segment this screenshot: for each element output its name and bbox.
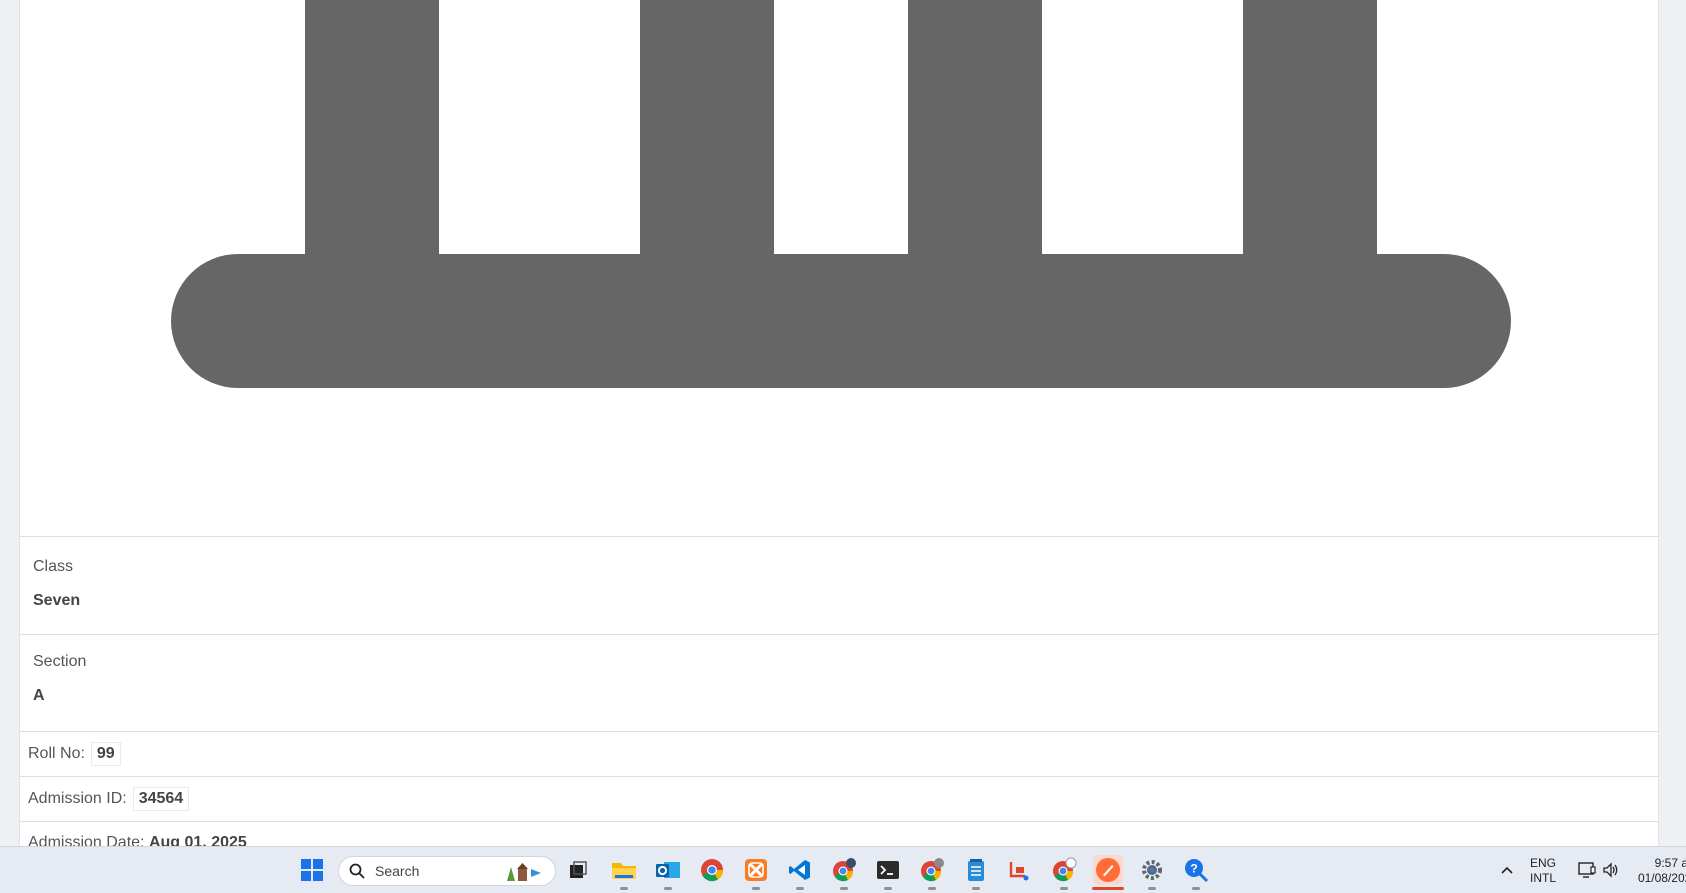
clock-time: 9:57 am: [1654, 856, 1686, 870]
search-icon: [349, 863, 365, 879]
chrome-profile-2-icon[interactable]: [917, 855, 947, 890]
class-row: Class Seven: [20, 538, 1658, 635]
admission-id-value: 34564: [132, 787, 190, 811]
system-clock[interactable]: 9:57 am 01/08/2025: [1628, 856, 1686, 886]
show-hidden-icons-chevron-icon[interactable]: [1492, 855, 1522, 885]
postman-icon[interactable]: [1092, 855, 1124, 890]
section-value: A: [33, 687, 45, 704]
clock-date: 01/08/2025: [1637, 871, 1686, 885]
pillar-3: [908, 0, 1042, 256]
xampp-icon[interactable]: [741, 855, 771, 890]
chrome-profile-icon[interactable]: [829, 855, 859, 890]
volume-icon[interactable]: [1596, 855, 1626, 885]
student-photo-placeholder: [20, 0, 1658, 537]
pillar-1: [305, 0, 439, 256]
admission-date-value: Aug 01, 2025: [148, 834, 247, 846]
notepad-icon[interactable]: [961, 855, 991, 890]
institution-building-icon: [171, 0, 1511, 388]
student-profile-card: Class Seven Section A Roll No: 99 Admiss…: [19, 0, 1659, 846]
pillar-2: [640, 0, 774, 256]
taskbar-search-box[interactable]: Search: [338, 856, 556, 886]
section-label: Section: [33, 653, 87, 670]
terminal-icon[interactable]: [873, 855, 903, 890]
roll-no-label: Roll No:: [28, 745, 85, 762]
chrome-profile-3-icon[interactable]: [1049, 855, 1079, 890]
svg-text:?: ?: [1190, 862, 1197, 876]
get-help-icon[interactable]: ?: [1181, 855, 1211, 890]
windows-start-icon[interactable]: [297, 855, 327, 885]
snipping-tool-icon[interactable]: [1005, 855, 1035, 885]
pillar-4: [1243, 0, 1377, 256]
language-indicator[interactable]: ENG INTL: [1530, 856, 1556, 886]
chrome-icon[interactable]: [697, 855, 727, 885]
class-label: Class: [33, 558, 74, 575]
section-row: Section A: [20, 635, 1658, 732]
building-base: [171, 254, 1511, 388]
search-placeholder: Search: [375, 863, 420, 879]
search-highlight-icon: [507, 863, 541, 881]
outlook-icon[interactable]: [653, 855, 683, 890]
task-view-icon[interactable]: [563, 855, 593, 885]
admission-id-row: Admission ID: 34564: [20, 777, 1658, 822]
roll-no-value: 99: [90, 742, 121, 766]
keyboard-layout: INTL: [1530, 871, 1557, 885]
class-value: Seven: [33, 592, 81, 609]
browser-page: Class Seven Section A Roll No: 99 Admiss…: [0, 0, 1686, 846]
file-explorer-icon[interactable]: [609, 855, 639, 890]
roll-no-row: Roll No: 99: [20, 732, 1658, 777]
vscode-icon[interactable]: [785, 855, 815, 890]
admission-id-label: Admission ID:: [28, 790, 127, 807]
language-code: ENG: [1530, 856, 1557, 870]
admission-date-label: Admission Date:: [28, 834, 145, 846]
settings-gear-icon[interactable]: [1137, 855, 1167, 890]
admission-date-row: Admission Date: Aug 01, 2025: [20, 822, 1658, 846]
windows-taskbar: Search ? ENG INTL 9:57 a 01/08/20: [0, 846, 1686, 893]
